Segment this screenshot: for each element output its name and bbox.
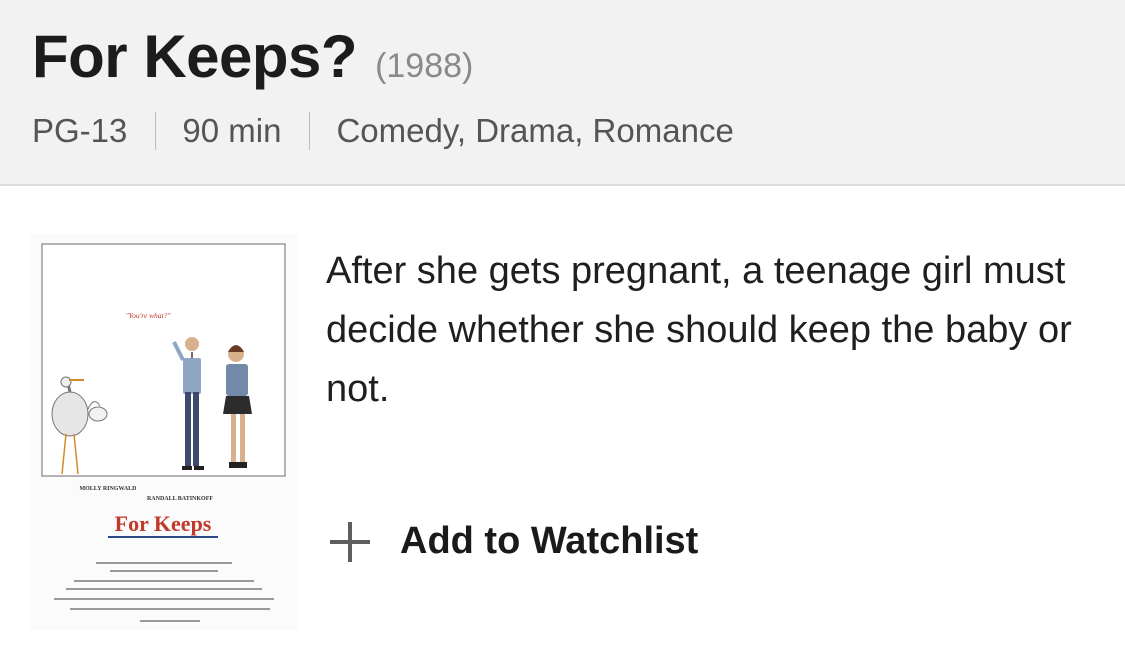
poster-art: "You're what?" MOLLY RINGWALD RANDALL BA…: [30, 234, 298, 630]
rating-label: PG-13: [32, 112, 128, 149]
add-to-watchlist-button[interactable]: Add to Watchlist: [330, 520, 698, 563]
movie-poster[interactable]: "You're what?" MOLLY RINGWALD RANDALL BA…: [30, 234, 298, 630]
poster-title: For Keeps: [115, 511, 212, 536]
divider: [155, 112, 157, 150]
watchlist-label: Add to Watchlist: [400, 520, 699, 562]
genres-label: Comedy, Drama, Romance: [336, 112, 734, 149]
divider: [309, 112, 311, 150]
title-row: For Keeps? (1988): [32, 22, 473, 91]
runtime-label: 90 min: [182, 112, 282, 149]
poster-cast-1: MOLLY RINGWALD: [79, 486, 137, 492]
release-year: (1988): [375, 47, 474, 85]
poster-cast-2: RANDALL BATINKOFF: [147, 496, 213, 502]
meta-row: PG-13 90 min Comedy, Drama, Romance: [32, 112, 734, 150]
title-header: For Keeps? (1988) PG-13 90 min Comedy, D…: [0, 0, 1125, 186]
movie-description: After she gets pregnant, a teenage girl …: [326, 250, 1072, 410]
movie-title: For Keeps?: [32, 23, 358, 90]
poster-tagline: "You're what?": [125, 311, 171, 320]
plus-icon: [330, 521, 370, 562]
